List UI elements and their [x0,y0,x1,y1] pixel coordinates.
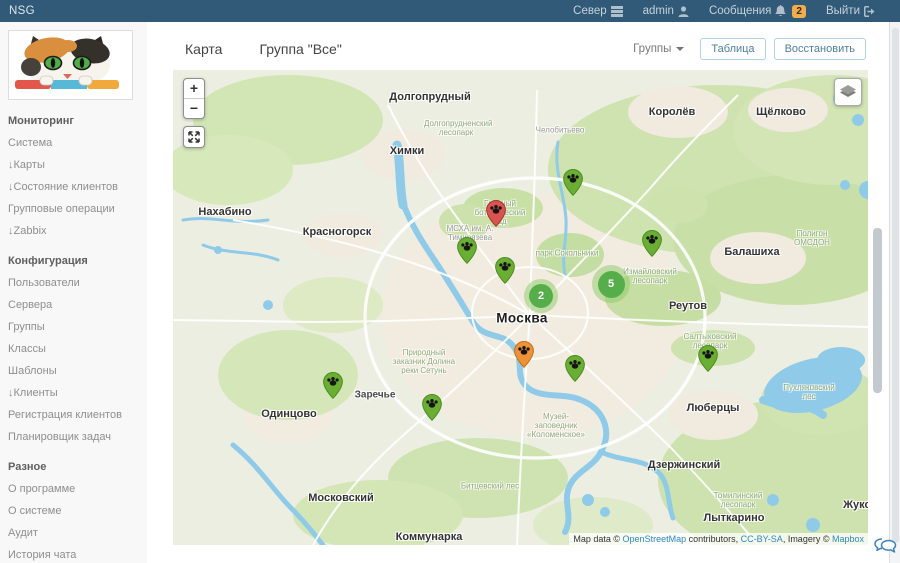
sidebar-item[interactable]: Регистрация клиентов [0,404,147,426]
app-window: { "navbar": { "brand": "NSG", "items": [… [0,0,900,563]
map-markers-layer: 52 [173,70,868,545]
map-pin-marker-green[interactable] [457,237,477,264]
fullscreen-button[interactable] [183,126,205,148]
attribution-text: , Imagery © [783,534,832,544]
layers-icon [840,85,856,99]
nav-item-admin-label: admin [643,5,674,17]
content-scrollbar-thumb[interactable] [873,228,882,393]
layers-control-button[interactable] [834,78,862,106]
map-pin-marker-green[interactable] [565,355,585,382]
attribution-text: contributors, [686,534,741,544]
expand-arrows-icon [188,131,200,143]
nav-item-messages[interactable]: Сообщения 2 [709,5,806,18]
groups-dropdown[interactable]: Группы [633,43,684,55]
attribution-text: Map data © [573,534,622,544]
zoom-out-button[interactable]: − [184,98,204,118]
sidebar-item[interactable]: Планировщик задач [0,426,147,448]
cluster-count: 2 [529,284,553,308]
header-actions: Группы Таблица Восстановить [633,38,866,60]
map-cluster-marker[interactable]: 2 [524,279,558,313]
sidebar-item[interactable]: Аудит [0,522,147,544]
navbar-right-group: Север admin Сообщения 2 Выйти [573,5,900,18]
chat-bubbles-icon [873,537,897,555]
sidebar-section-heading: Разное [0,448,147,478]
sidebar-section-heading: Мониторинг [0,102,147,132]
sidebar-item[interactable]: История чата [0,544,147,563]
bell-icon [775,5,786,17]
sidebar-item[interactable]: Групповые операции [0,198,147,220]
zoom-in-button[interactable]: + [184,79,204,98]
app-brand[interactable]: NSG [0,5,35,17]
sidebar-item[interactable]: ↓Клиенты [0,382,147,404]
map-attribution: Map data © OpenStreetMap contributors, C… [569,533,868,545]
logout-icon [864,6,876,17]
groups-dropdown-label: Группы [633,43,671,55]
nav-item-logout[interactable]: Выйти [826,5,876,17]
attribution-link[interactable]: Mapbox [832,534,864,544]
sidebar-item[interactable]: ↓Zabbix [0,220,147,242]
top-navbar: NSG Север admin Сообщения 2 Выйти [0,0,900,22]
page-header: Карта Группа "Все" Группы Таблица Восста… [147,34,866,64]
cat-logo-image [8,30,133,100]
sidebar-item[interactable]: ↓Состояние клиентов [0,176,147,198]
sidebar-item[interactable]: О программе [0,478,147,500]
map-pin-marker-green[interactable] [642,230,662,257]
sidebar-item[interactable]: Классы [0,338,147,360]
map-pin-marker-orange[interactable] [514,341,534,368]
nav-item-messages-label: Сообщения [709,5,771,17]
main-content: Карта Группа "Все" Группы Таблица Восста… [147,22,890,563]
map-cluster-marker[interactable]: 5 [592,265,630,303]
cluster-count: 5 [598,271,625,298]
page-scrollbar-thumb[interactable] [892,28,899,543]
sidebar-item[interactable]: Группы [0,316,147,338]
map-zoom-control: + − [183,78,205,119]
messages-count-badge: 2 [792,5,806,18]
map-pin-marker-green[interactable] [698,345,718,372]
tab-map[interactable]: Карта [185,41,222,57]
server-icon [611,6,623,17]
sidebar-section-heading: Конфигурация [0,242,147,272]
sidebar-item[interactable]: Пользователи [0,272,147,294]
map-pin-marker-red[interactable] [486,200,506,227]
map[interactable]: МоскваХимкиДолгопрудныйКоролёвЩёлковоНах… [173,70,868,545]
nav-item-admin[interactable]: admin [643,5,689,17]
map-pin-marker-green[interactable] [495,257,515,284]
map-pin-marker-green[interactable] [563,169,583,196]
page-title: Группа "Все" [259,41,341,57]
table-button[interactable]: Таблица [700,38,765,60]
nav-item-logout-label: Выйти [826,5,860,17]
user-icon [678,6,689,17]
chevron-down-icon [676,47,684,51]
sidebar-menu: МониторингСистема↓Карты↓Состояние клиент… [0,102,147,563]
sidebar-item[interactable]: О системе [0,500,147,522]
attribution-link[interactable]: CC-BY-SA [741,534,783,544]
sidebar: МониторингСистема↓Карты↓Состояние клиент… [0,22,148,563]
chat-icon[interactable] [873,537,897,560]
page-scrollbar[interactable] [889,22,900,563]
map-pin-marker-green[interactable] [323,372,343,399]
nav-item-server-label: Север [573,5,606,17]
sidebar-item[interactable]: Сервера [0,294,147,316]
nav-item-server[interactable]: Север [573,5,622,17]
sidebar-item[interactable]: ↓Карты [0,154,147,176]
cat-illustration [11,33,123,97]
restore-button[interactable]: Восстановить [774,38,866,60]
sidebar-item[interactable]: Шаблоны [0,360,147,382]
sidebar-item[interactable]: Система [0,132,147,154]
attribution-link[interactable]: OpenStreetMap [623,534,687,544]
map-pin-marker-green[interactable] [422,394,442,421]
